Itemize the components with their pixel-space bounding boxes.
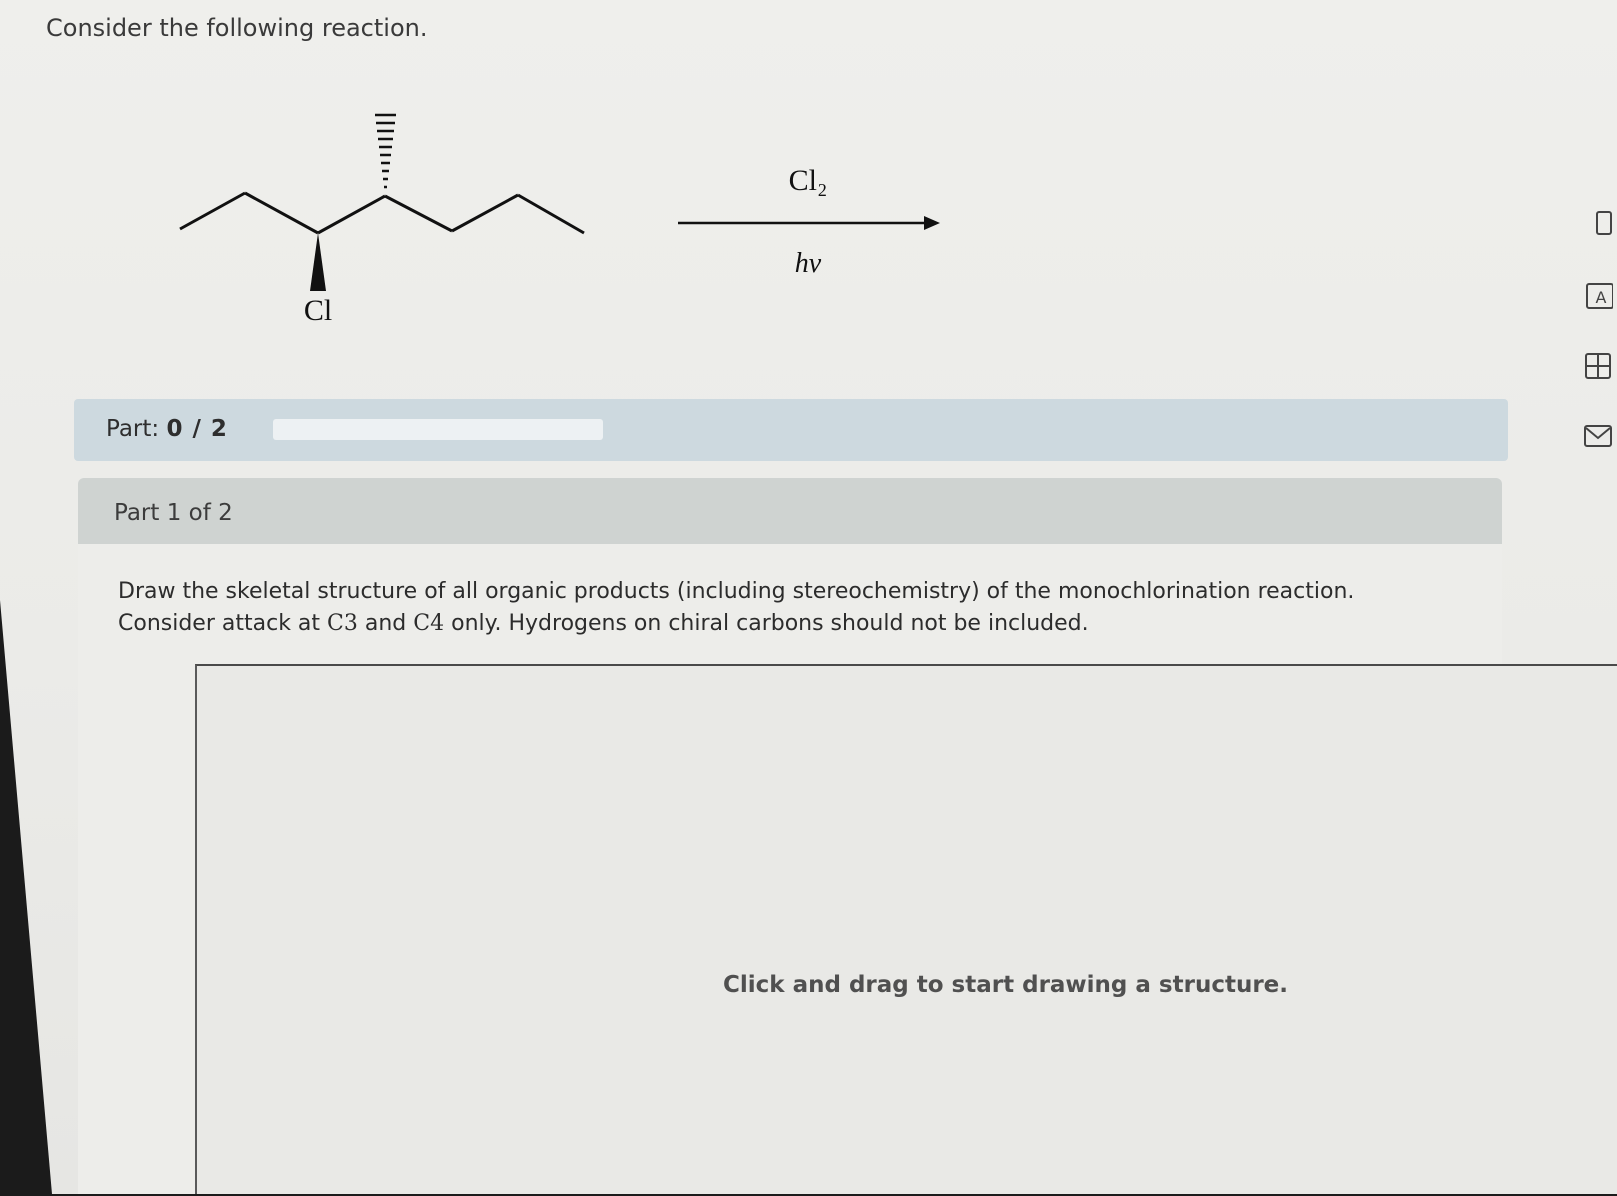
instruction-line-2: Consider attack at C3 and C4 only. Hydro…	[118, 611, 1089, 636]
hashed-wedge-bond	[375, 113, 396, 189]
svg-text:A: A	[1596, 288, 1607, 307]
reaction-arrow: Cl₂ hν	[678, 164, 940, 279]
condition-label: hν	[795, 248, 822, 279]
question-intro: Consider the following reaction.	[46, 14, 428, 42]
reagent-label: Cl₂	[789, 164, 828, 197]
text-tool-icon[interactable]: A	[1583, 280, 1614, 310]
part-counter-label: Part:	[106, 416, 160, 442]
instruction-line-1: Draw the skeletal structure of all organ…	[118, 579, 1355, 604]
carbon-4-label: C4	[413, 611, 445, 636]
bond	[384, 194, 453, 233]
wedge-bond	[310, 233, 326, 291]
arrow-head	[924, 216, 940, 230]
bond	[179, 191, 246, 231]
structure-drawing-canvas[interactable]: Click and drag to start drawing a struct…	[195, 664, 1617, 1194]
part-counter: Part: 0 / 2	[106, 416, 228, 442]
screen: Consider the following reaction. Cl Cl₂ …	[0, 0, 1617, 1194]
chlorine-label: Cl	[304, 294, 332, 327]
mail-icon[interactable]	[1583, 420, 1613, 450]
progress-track	[273, 419, 603, 440]
reactant-structure: Cl	[179, 113, 585, 327]
part-counter-value: 0 / 2	[166, 416, 228, 442]
part-instruction: Draw the skeletal structure of all organ…	[118, 576, 1468, 640]
bond	[317, 194, 386, 235]
bond	[451, 193, 519, 233]
carbon-3-label: C3	[327, 611, 358, 636]
part-header[interactable]: Part 1 of 2	[78, 478, 1502, 544]
canvas-hint: Click and drag to start drawing a struct…	[723, 972, 1289, 998]
part-progress-bar: Part: 0 / 2	[74, 399, 1508, 461]
calculator-icon[interactable]	[1583, 208, 1613, 238]
bond	[244, 191, 319, 235]
bond	[517, 193, 585, 235]
data-table-icon[interactable]	[1583, 350, 1613, 380]
part-title: Part 1 of 2	[114, 500, 233, 526]
